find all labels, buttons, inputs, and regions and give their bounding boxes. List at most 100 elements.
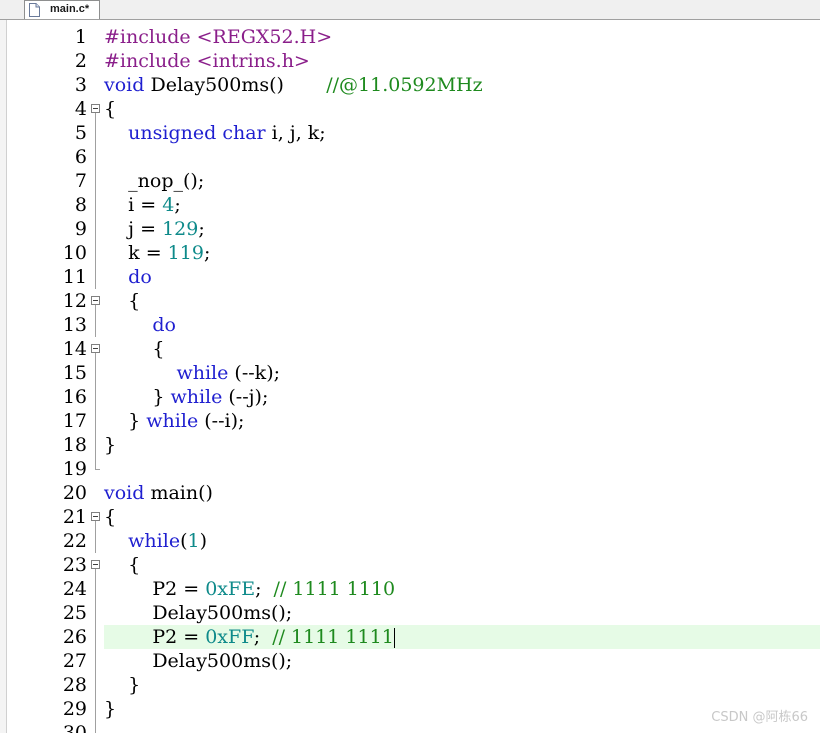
fold-gutter[interactable]: [90, 97, 104, 121]
fold-collapse-icon[interactable]: [91, 512, 100, 521]
fold-gutter[interactable]: [90, 337, 104, 361]
fold-collapse-icon[interactable]: [91, 104, 100, 113]
fold-gutter: [90, 457, 104, 481]
code-line[interactable]: 2 #include <intrins.h>: [0, 49, 820, 73]
code-text: _nop_();: [104, 169, 204, 193]
tab-main-c[interactable]: main.c*: [24, 0, 100, 19]
fold-gutter[interactable]: [90, 553, 104, 577]
code-line[interactable]: 19: [0, 457, 820, 481]
code-line[interactable]: 18}: [0, 433, 820, 457]
code-line[interactable]: 3 void Delay500ms() //@11.0592MHz: [0, 73, 820, 97]
code-line[interactable]: 8 i = 4;: [0, 193, 820, 217]
code-text: P2 = 0xFE; // 1111 1110: [104, 577, 395, 601]
code-line[interactable]: 30: [0, 721, 820, 733]
editor-tab-strip: main.c*: [0, 0, 820, 20]
code-line[interactable]: 16 } while (--j);: [0, 385, 820, 409]
fold-collapse-icon[interactable]: [91, 560, 100, 569]
code-token: 129: [162, 218, 199, 240]
code-line[interactable]: 26 P2 = 0xFF; // 1111 1111: [0, 625, 820, 649]
line-number: 20: [62, 482, 87, 504]
code-lines: 1 #include <REGX52.H> 2 #include <intrins.h…: [0, 25, 820, 733]
line-number: 30: [62, 722, 87, 733]
fold-gutter: [90, 73, 104, 97]
fold-gutter: [90, 265, 104, 289]
code-line[interactable]: 13 do: [0, 313, 820, 337]
code-token: (--i);: [198, 410, 245, 432]
fold-gutter: [90, 241, 104, 265]
code-token: 1: [187, 530, 200, 552]
code-text: j = 129;: [104, 217, 205, 241]
fold-gutter: [90, 217, 104, 241]
line-number: 28: [62, 674, 87, 696]
fold-gutter: [90, 481, 104, 505]
code-line[interactable]: 22 while(1): [0, 529, 820, 553]
code-token: void: [104, 482, 145, 504]
line-number: 9: [74, 218, 87, 240]
code-text: while(1): [104, 529, 207, 553]
code-line[interactable]: 24 P2 = 0xFE; // 1111 1110: [0, 577, 820, 601]
fold-gutter[interactable]: [90, 505, 104, 529]
code-line[interactable]: 14 {: [0, 337, 820, 361]
code-line[interactable]: 23 {: [0, 553, 820, 577]
fold-gutter: [90, 625, 104, 649]
code-text: void Delay500ms() //@11.0592MHz: [104, 73, 483, 97]
fold-gutter: [90, 361, 104, 385]
fold-gutter: [90, 577, 104, 601]
code-line[interactable]: 12 {: [0, 289, 820, 313]
code-text: Delay500ms();: [104, 649, 292, 673]
code-token: main(): [144, 482, 213, 504]
fold-gutter[interactable]: [90, 289, 104, 313]
code-token: ;: [253, 626, 273, 648]
fold-gutter: [90, 433, 104, 457]
code-text: unsigned char i, j, k;: [104, 121, 326, 145]
ide-window: main.c* 1 #include <REGX52.H> 2 #include <i…: [0, 0, 820, 733]
fold-gutter: [90, 49, 104, 73]
code-token: {: [104, 554, 141, 576]
fold-collapse-icon[interactable]: [91, 296, 100, 305]
code-token: // 1111 1110: [273, 578, 396, 600]
code-line[interactable]: 5 unsigned char i, j, k;: [0, 121, 820, 145]
code-text: do: [104, 313, 176, 337]
fold-gutter: [90, 121, 104, 145]
code-token: void: [104, 74, 145, 96]
code-text: }: [104, 433, 116, 457]
code-token: Delay500ms();: [104, 602, 293, 624]
line-number: 16: [62, 386, 87, 408]
line-number: 11: [62, 266, 87, 288]
fold-collapse-icon[interactable]: [91, 344, 100, 353]
code-line[interactable]: 4{: [0, 97, 820, 121]
code-line[interactable]: 29}: [0, 697, 820, 721]
code-token: (--j);: [222, 386, 269, 408]
code-line[interactable]: 15 while (--k);: [0, 361, 820, 385]
code-token: (: [180, 530, 188, 552]
line-number: 24: [62, 578, 87, 600]
code-text: {: [104, 337, 164, 361]
code-token: 119: [167, 242, 204, 264]
fold-gutter: [90, 409, 104, 433]
code-line[interactable]: 17 } while (--i);: [0, 409, 820, 433]
code-editor[interactable]: 1 #include <REGX52.H> 2 #include <intrins.h…: [0, 20, 820, 733]
code-line[interactable]: 25 Delay500ms();: [0, 601, 820, 625]
code-line[interactable]: 20 void main(): [0, 481, 820, 505]
code-line[interactable]: 11 do: [0, 265, 820, 289]
code-token: Delay500ms(): [144, 74, 327, 96]
line-number: 12: [62, 290, 87, 312]
code-line[interactable]: 7 _nop_();: [0, 169, 820, 193]
code-token: do: [152, 314, 176, 336]
code-line[interactable]: 21 {: [0, 505, 820, 529]
code-line[interactable]: 27 Delay500ms();: [0, 649, 820, 673]
line-number: 29: [62, 698, 87, 720]
code-line[interactable]: 9 j = 129;: [0, 217, 820, 241]
code-token: {: [104, 290, 141, 312]
code-token: 4: [162, 194, 175, 216]
line-number: 3: [74, 74, 87, 96]
code-line[interactable]: 6: [0, 145, 820, 169]
code-text: while (--k);: [104, 361, 280, 385]
code-line[interactable]: 28 }: [0, 673, 820, 697]
line-number: 8: [74, 194, 87, 216]
code-line[interactable]: 1 #include <REGX52.H>: [0, 25, 820, 49]
code-line[interactable]: 10 k = 119;: [0, 241, 820, 265]
